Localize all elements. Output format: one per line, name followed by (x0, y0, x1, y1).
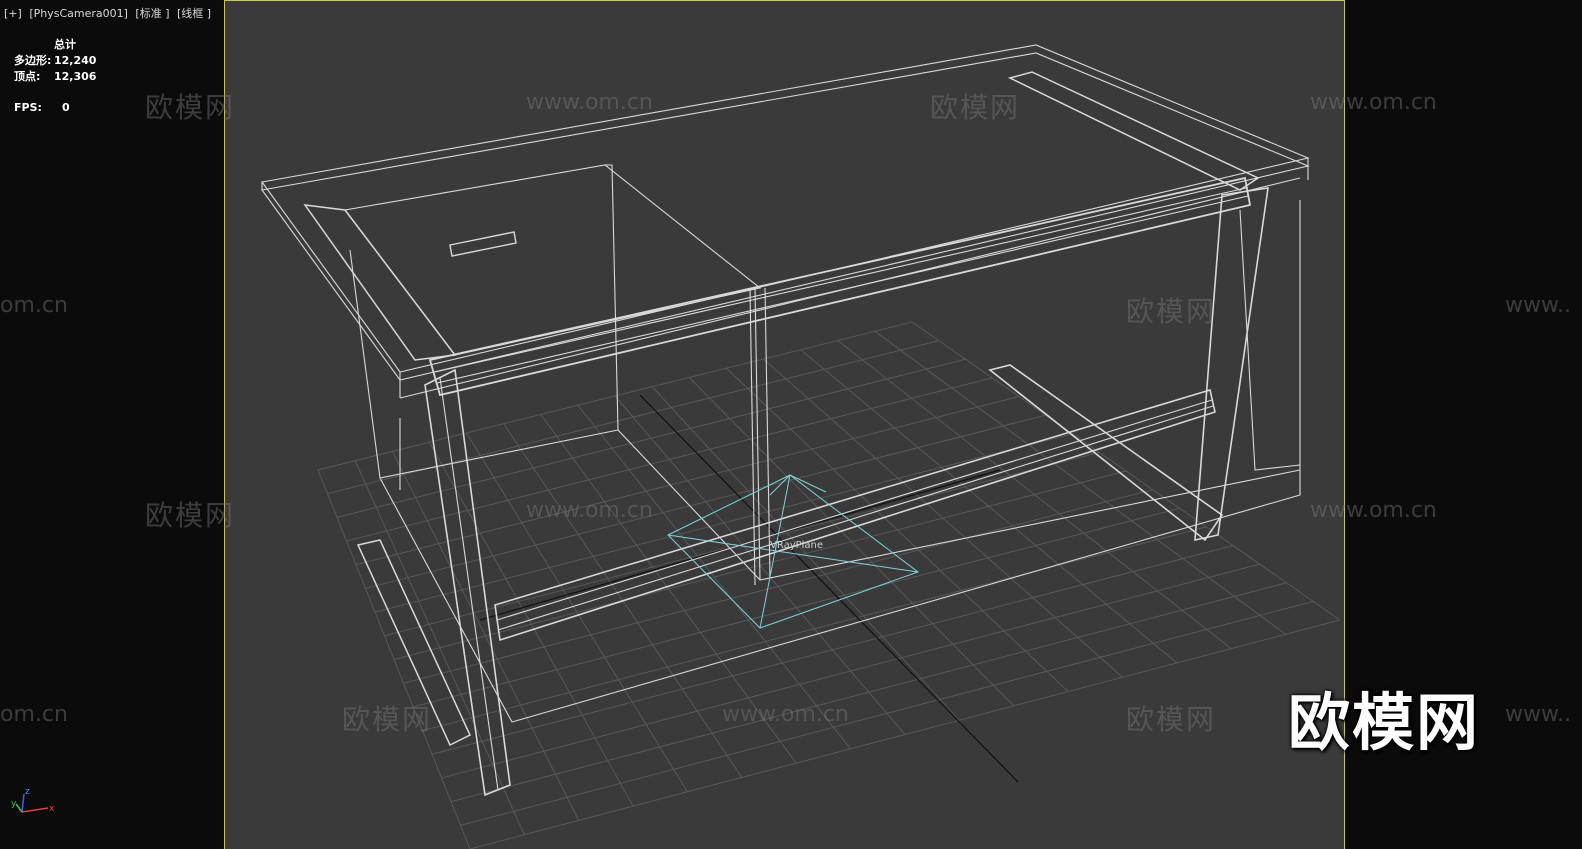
desk-wireframe[interactable] (261, 44, 1310, 797)
watermark-brand: 欧模网 (145, 91, 236, 124)
watermark-url: www.. (1505, 293, 1571, 318)
watermark-brand: 欧模网 (342, 703, 433, 736)
watermark-url: www.om.cn (722, 702, 849, 727)
watermark-brand: 欧模网 (930, 91, 1021, 124)
vrayplane-label: VRayPlane (770, 540, 823, 551)
watermark-url: www.. (1505, 702, 1571, 727)
watermark-url: www.om.cn (526, 90, 653, 115)
axis-x-label: x (49, 804, 55, 814)
watermark-brand: 欧模网 (1126, 295, 1217, 328)
watermark-brand: 欧模网 (145, 499, 236, 532)
watermark-url: www.om.cn (526, 498, 653, 523)
watermark-url: www.om.cn (1310, 498, 1437, 523)
watermark-url: om.cn (0, 702, 68, 727)
axis-tripod-icon: x z y (11, 787, 55, 814)
ground-grid (317, 321, 1341, 849)
axis-y-label: y (11, 799, 17, 809)
axis-z-label: z (25, 787, 30, 797)
watermark-url: www.om.cn (1310, 90, 1437, 115)
site-logo: 欧模网 (1288, 686, 1481, 759)
watermark-brand: 欧模网 (1126, 703, 1217, 736)
watermark-url: om.cn (0, 293, 68, 318)
